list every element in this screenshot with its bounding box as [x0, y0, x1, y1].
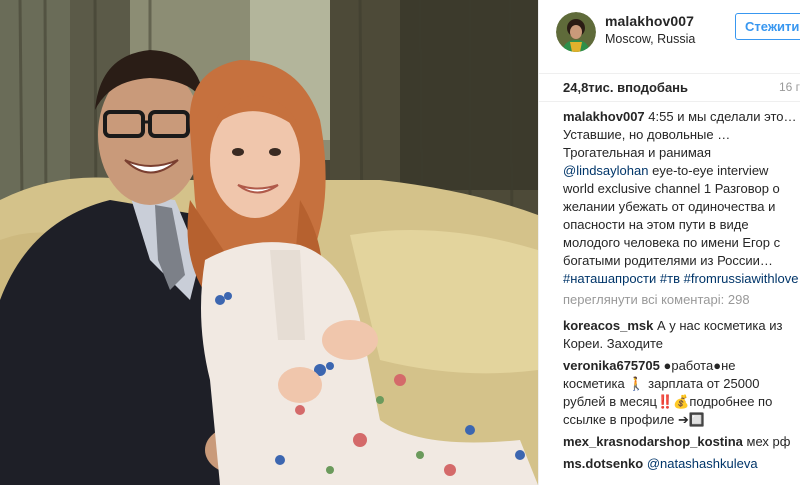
load-more-comments[interactable]: переглянути всі коментарі: 298	[563, 291, 799, 309]
post-photo-illustration	[0, 0, 538, 485]
comment-text: мех рф	[746, 434, 791, 449]
comment-item: koreacos_msk А у нас косметика из Кореи.…	[563, 317, 799, 353]
hashtag-link[interactable]: #наташапрости	[563, 271, 656, 286]
comment-item: mex_krasnodarshop_kostina мех рф	[563, 433, 799, 451]
post-photo[interactable]	[0, 0, 538, 485]
comment-username[interactable]: koreacos_msk	[563, 318, 653, 333]
comment-username[interactable]: ms.dotsenko	[563, 456, 643, 471]
post-stats: 24,8тис. вподобань 16 г	[539, 74, 800, 102]
comment-username[interactable]: veronika675705	[563, 358, 660, 373]
header-username[interactable]: malakhov007	[605, 13, 694, 29]
header-location[interactable]: Moscow, Russia	[605, 32, 695, 46]
caption-mention[interactable]: @lindsaylohan	[563, 163, 648, 178]
post-header: malakhov007 Moscow, Russia Стежити	[539, 0, 800, 74]
caption-username[interactable]: malakhov007	[563, 109, 645, 124]
instagram-post: malakhov007 Moscow, Russia Стежити 24,8т…	[0, 0, 800, 485]
comments-list: malakhov007 4:55 и мы сделали это… Устав…	[563, 108, 799, 473]
post-time[interactable]: 16 г	[779, 80, 800, 94]
hashtag-link[interactable]: #тв	[660, 271, 680, 286]
comment-item: ms.dotsenko @natashashkuleva	[563, 455, 799, 473]
post-details-panel: malakhov007 Moscow, Russia Стежити 24,8т…	[538, 0, 800, 485]
hashtag-link[interactable]: #fromrussiawithlove	[684, 271, 799, 286]
comment-item: veronika675705 ●работа●не косметика 🚶 за…	[563, 357, 799, 429]
likes-count[interactable]: 24,8тис. вподобань	[563, 80, 688, 95]
avatar[interactable]	[556, 12, 596, 52]
comment-mention[interactable]: @natashashkuleva	[647, 456, 758, 471]
follow-button[interactable]: Стежити	[735, 13, 800, 40]
caption-text-continued: eye-to-eye interview world exclusive cha…	[563, 163, 781, 268]
post-caption: malakhov007 4:55 и мы сделали это… Устав…	[563, 108, 799, 288]
user-avatar-icon	[556, 12, 596, 52]
comment-username[interactable]: mex_krasnodarshop_kostina	[563, 434, 743, 449]
